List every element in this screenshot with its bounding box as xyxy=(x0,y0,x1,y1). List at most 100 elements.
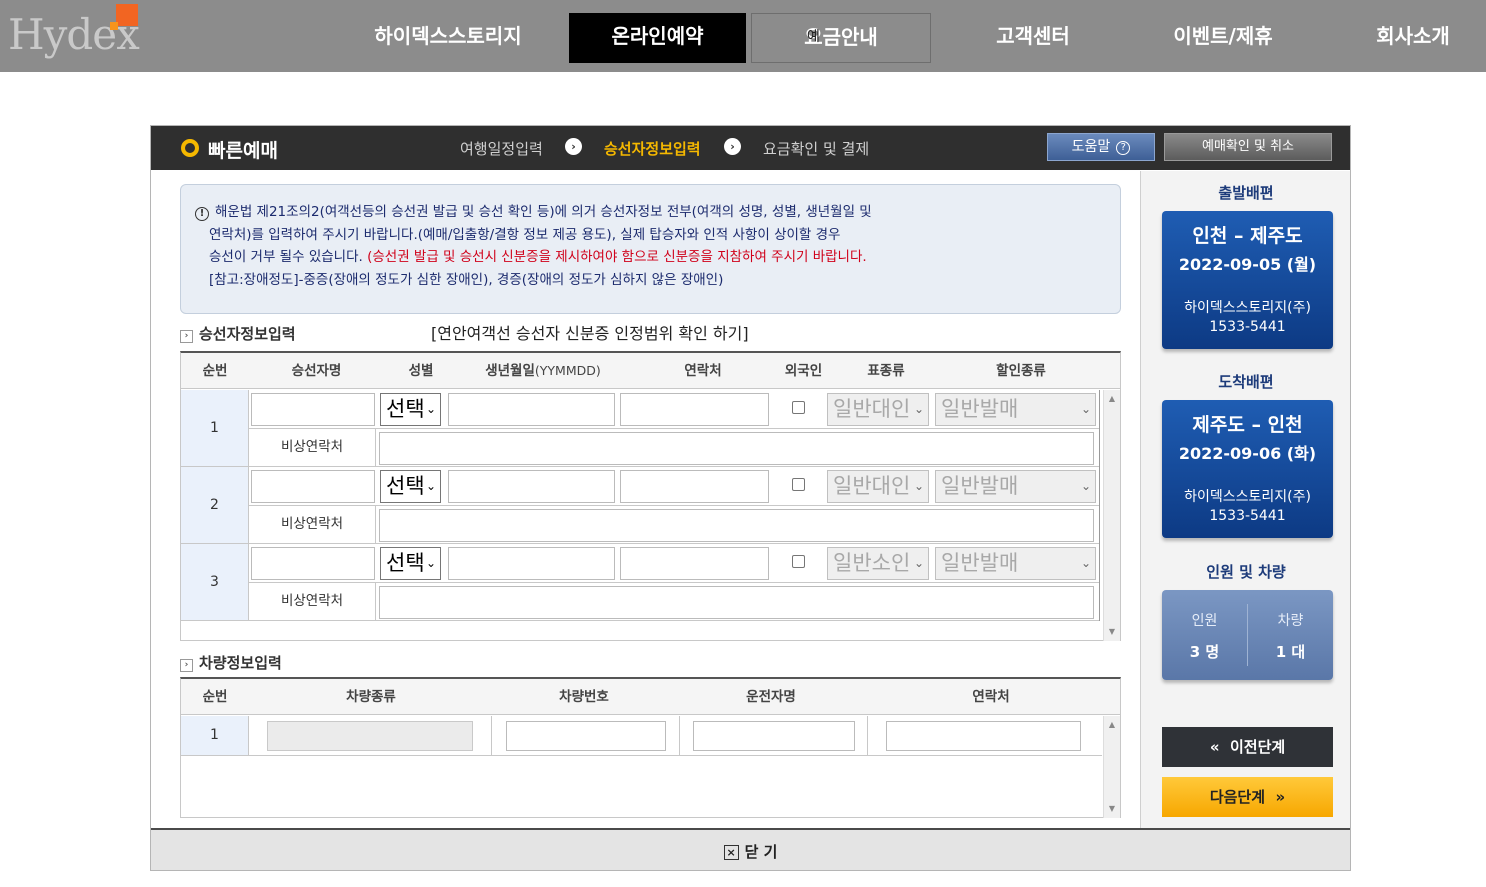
arrival-company: 하이덱스스토리지(주) xyxy=(1184,489,1311,505)
row-divider xyxy=(249,582,1099,583)
row-divider xyxy=(181,755,1102,756)
booking-summary-sidebar: 출발배편 인천 – 제주도 2022-09-05 (월) 하이덱스스토리지(주)… xyxy=(1140,171,1350,828)
col-divider xyxy=(375,582,376,621)
double-left-icon: « xyxy=(1209,738,1220,756)
arrival-date: 2022-09-06 (화) xyxy=(1178,444,1317,463)
ticket-type-select[interactable]: 일반소인 ⌄ xyxy=(827,547,929,580)
discount-type-select[interactable]: 일반발매 ⌄ xyxy=(935,547,1096,580)
discount-type-select[interactable]: 일반발매 ⌄ xyxy=(935,393,1096,426)
vcol-phone: 연락처 xyxy=(972,689,1010,705)
people-label: 인원 xyxy=(1191,613,1218,629)
vehicle-count: 1 대 xyxy=(1275,643,1306,661)
passenger-name-input[interactable] xyxy=(251,547,375,580)
step-passenger-info: 승선자정보입력 xyxy=(604,140,701,158)
gender-select-value: 선택 xyxy=(386,474,425,498)
passenger-name-input[interactable] xyxy=(251,393,375,426)
chevron-down-icon: ⌄ xyxy=(425,556,436,570)
people-vehicle-title: 인원 및 차량 xyxy=(1206,563,1286,581)
col-discount: 할인종류 xyxy=(996,363,1046,379)
vcol-driver: 운전자명 xyxy=(746,689,796,705)
ticket-type-value: 일반대인 xyxy=(833,474,911,498)
birthdate-input[interactable] xyxy=(448,470,615,503)
nav-item-events[interactable]: 이벤트/제휴 xyxy=(1150,13,1296,63)
discount-type-select[interactable]: 일반발매 ⌄ xyxy=(935,470,1096,503)
scroll-up-icon[interactable]: ▲ xyxy=(1104,718,1120,732)
vcol-no: 순번 xyxy=(202,689,228,705)
id-range-link[interactable]: [연안여객선 승선자 신분증 인정범위 확인 하기] xyxy=(431,320,749,344)
close-icon: × xyxy=(723,845,739,860)
vehicle-type-field[interactable] xyxy=(267,721,473,751)
ticket-type-select[interactable]: 일반대인 ⌄ xyxy=(827,393,929,426)
departure-title: 출발배편 xyxy=(1218,184,1274,202)
passenger-section-label: 승선자정보입력 xyxy=(199,325,296,343)
nav-item-about[interactable]: 회사소개 xyxy=(1340,13,1486,63)
nav-item-story[interactable]: 하이덱스스토리지 xyxy=(360,13,536,63)
emergency-contact-label: 비상연락처 xyxy=(280,516,344,532)
nav-fares-overlap-text: 예 xyxy=(807,29,820,45)
foreign-checkbox[interactable] xyxy=(792,555,805,568)
chevron-down-icon: ⌄ xyxy=(913,556,924,570)
passenger-row-no: 1 xyxy=(181,390,249,467)
scroll-down-icon[interactable]: ▼ xyxy=(1104,625,1120,639)
booking-check-cancel-button[interactable]: 예매확인 및 취소 xyxy=(1164,133,1332,161)
col-divider xyxy=(1099,390,1100,467)
nav-item-fares[interactable]: 요금안내 예 xyxy=(751,13,931,63)
close-button[interactable]: × 닫 기 xyxy=(151,828,1350,870)
vehicle-driver-input[interactable] xyxy=(693,721,855,751)
col-birth-format: (YYMMDD) xyxy=(534,363,601,378)
arrival-phone: 1533-5441 xyxy=(1209,508,1286,524)
vehicle-phone-input[interactable] xyxy=(886,721,1081,751)
gender-select[interactable]: 선택 ⌄ xyxy=(380,547,441,580)
col-gender: 성별 xyxy=(408,363,434,379)
col-birth-label: 생년월일 xyxy=(485,363,535,379)
gender-select[interactable]: 선택 ⌄ xyxy=(380,393,441,426)
help-button[interactable]: 도움말? xyxy=(1047,133,1155,161)
row-divider xyxy=(181,543,1099,544)
scroll-up-icon[interactable]: ▲ xyxy=(1104,392,1120,406)
chevron-down-icon: ⌄ xyxy=(1080,556,1091,570)
col-divider xyxy=(1099,544,1100,621)
passenger-row-no: 3 xyxy=(181,544,249,621)
col-divider xyxy=(1099,467,1100,544)
emergency-contact-input[interactable] xyxy=(379,586,1094,619)
gender-select-value: 선택 xyxy=(386,551,425,575)
phone-input[interactable] xyxy=(620,393,769,426)
vehicle-count-label: 차량 xyxy=(1277,613,1304,629)
col-divider xyxy=(679,716,680,755)
discount-type-value: 일반발매 xyxy=(941,474,1019,498)
phone-input[interactable] xyxy=(620,547,769,580)
ticket-type-select[interactable]: 일반대인 ⌄ xyxy=(827,470,929,503)
vehicle-scrollbar[interactable]: ▲ ▼ xyxy=(1103,716,1120,818)
quick-booking-panel: 빠른예매 여행일정입력 › 승선자정보입력 › 요금확인 및 결제 도움말? 예… xyxy=(150,125,1351,871)
nav-item-customer-center[interactable]: 고객센터 xyxy=(960,13,1106,63)
emergency-contact-input[interactable] xyxy=(379,509,1094,542)
help-label: 도움말 xyxy=(1071,139,1111,155)
discount-type-value: 일반발매 xyxy=(941,397,1019,421)
foreign-checkbox[interactable] xyxy=(792,478,805,491)
foreign-checkbox[interactable] xyxy=(792,401,805,414)
prev-step-button[interactable]: « 이전단계 xyxy=(1162,727,1333,767)
nav-item-online-booking[interactable]: 온라인예약 xyxy=(569,13,746,63)
gender-select[interactable]: 선택 ⌄ xyxy=(380,470,441,503)
chevron-down-icon: ⌄ xyxy=(913,479,924,493)
scroll-down-icon[interactable]: ▼ xyxy=(1104,802,1120,816)
vehicle-plate-input[interactable] xyxy=(506,721,666,751)
notice-line-2: 연락처)를 입력하여 주시기 바랍니다.(예매/입출항/결항 정보 제공 용도)… xyxy=(209,226,841,243)
phone-input[interactable] xyxy=(620,470,769,503)
notice-line-4: [참고:장애정도]-중증(장애의 정도가 심한 장애인), 경증(장애의 정도가… xyxy=(209,271,724,288)
passenger-name-input[interactable] xyxy=(251,470,375,503)
passenger-scrollbar[interactable]: ▲ ▼ xyxy=(1103,390,1120,641)
vehicle-table-header: 순번 차량종류 차량번호 운전자명 연락처 xyxy=(181,679,1120,715)
people-vehicle-card: 인원 차량 3 명 1 대 xyxy=(1162,590,1333,680)
emergency-contact-input[interactable] xyxy=(379,432,1094,465)
birthdate-input[interactable] xyxy=(448,393,615,426)
passenger-row-no: 2 xyxy=(181,467,249,544)
col-foreign: 외국인 xyxy=(784,363,823,379)
departure-date: 2022-09-05 (월) xyxy=(1178,255,1317,274)
ticket-type-value: 일반소인 xyxy=(833,551,911,575)
next-step-label: 다음단계 xyxy=(1209,788,1266,806)
next-step-button[interactable]: 다음단계 » xyxy=(1162,777,1333,817)
vehicle-section-title: › 차량정보입력 xyxy=(180,652,282,673)
departure-card: 인천 – 제주도 2022-09-05 (월) 하이덱스스토리지(주) 1533… xyxy=(1162,211,1333,349)
birthdate-input[interactable] xyxy=(448,547,615,580)
